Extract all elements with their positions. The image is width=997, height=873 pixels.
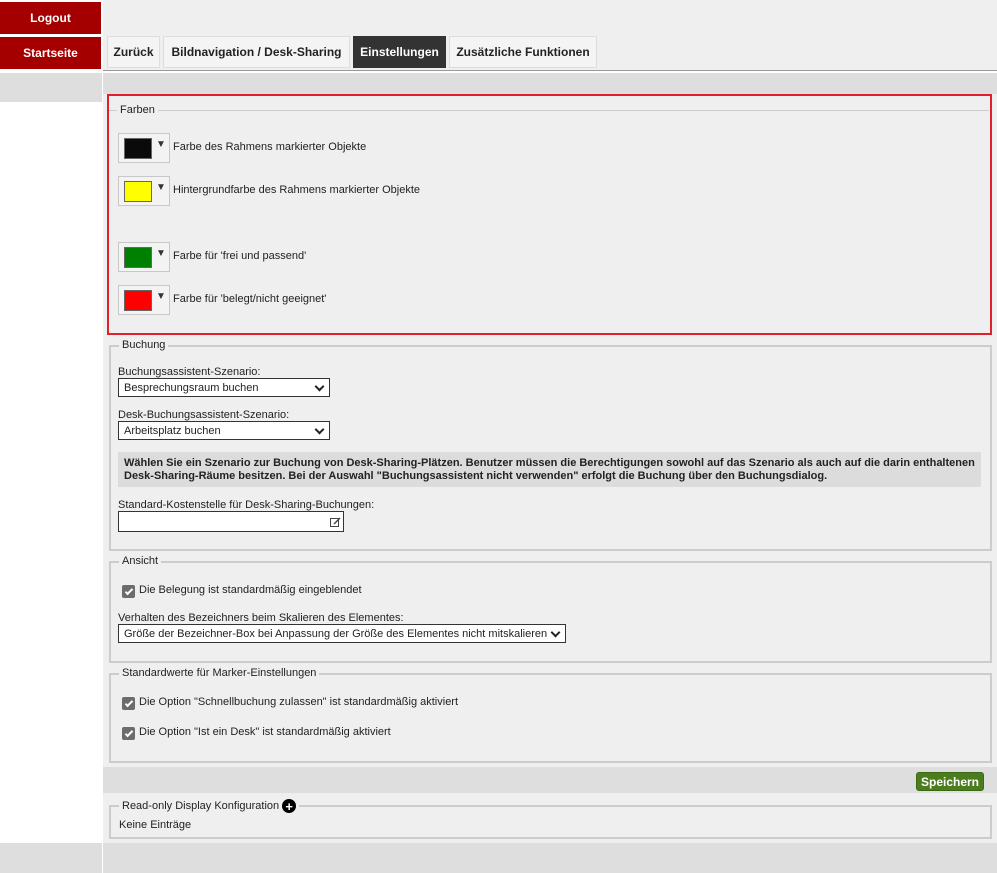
frame-color-picker[interactable]: ▼ <box>118 133 170 163</box>
nav-bar: Zurück Bildnavigation / Desk-Sharing Ein… <box>103 35 997 71</box>
scaling-select[interactable]: Größe der Bezeichner-Box bei Anpassung d… <box>118 624 566 643</box>
checkmark-icon <box>124 728 133 737</box>
view-legend: Ansicht <box>119 555 162 567</box>
free-color-label: Farbe für 'frei und passend' <box>173 250 307 262</box>
left-column <box>0 0 103 873</box>
readonly-legend-label: Read-only Display Konfiguration <box>122 800 280 812</box>
left-gray-strip-bottom <box>0 843 102 873</box>
header-strip <box>103 73 997 94</box>
footer-strip <box>103 843 997 873</box>
save-bar <box>103 767 997 793</box>
scaling-select-value: Größe der Bezeichner-Box bei Anpassung d… <box>124 627 548 640</box>
is-desk-checkbox[interactable] <box>122 727 135 740</box>
frame-background-color-picker[interactable]: ▼ <box>118 176 170 206</box>
color-swatch <box>124 290 152 311</box>
color-swatch <box>124 247 152 268</box>
quick-booking-checkbox[interactable] <box>122 697 135 710</box>
cost-center-input[interactable] <box>118 511 344 532</box>
add-config-plus-icon[interactable]: + <box>282 799 297 813</box>
readonly-empty-text: Keine Einträge <box>119 819 192 831</box>
occupied-color-label: Farbe für 'belegt/nicht geeignet' <box>173 293 327 305</box>
checkmark-icon <box>124 586 133 595</box>
top-bar <box>103 0 997 35</box>
readonly-fieldset: Read-only Display Konfiguration + <box>109 799 992 839</box>
chevron-down-icon <box>314 383 324 393</box>
chevron-down-icon <box>550 629 560 639</box>
color-swatch <box>124 181 152 202</box>
marker-fieldset: Standardwerte für Marker-Einstellungen <box>109 667 992 763</box>
desk-scenario-select-value: Arbeitsplatz buchen <box>124 424 221 437</box>
dropdown-arrow-icon: ▼ <box>156 248 166 259</box>
occupancy-checkbox[interactable] <box>122 585 135 598</box>
frame-color-label: Farbe des Rahmens markierter Objekte <box>173 141 367 153</box>
is-desk-label: Die Option "Ist ein Desk" ist standardmä… <box>139 726 391 738</box>
dropdown-arrow-icon: ▼ <box>156 182 166 193</box>
checkmark-icon <box>124 698 133 707</box>
tab-additional-functions[interactable]: Zusätzliche Funktionen <box>449 36 597 68</box>
scenario-select[interactable]: Besprechungsraum buchen <box>118 378 330 397</box>
readonly-legend: Read-only Display Konfiguration + <box>119 799 300 813</box>
cost-center-label: Standard-Kostenstelle für Desk-Sharing-B… <box>118 499 375 511</box>
tab-image-navigation[interactable]: Bildnavigation / Desk-Sharing <box>163 36 350 68</box>
dropdown-arrow-icon: ▼ <box>156 139 166 150</box>
scaling-label: Verhalten des Bezeichners beim Skalieren… <box>118 612 404 624</box>
color-swatch <box>124 138 152 159</box>
left-gray-strip-top <box>0 73 102 102</box>
desk-scenario-select[interactable]: Arbeitsplatz buchen <box>118 421 330 440</box>
marker-legend: Standardwerte für Marker-Einstellungen <box>119 667 320 679</box>
desk-scenario-label: Desk-Buchungsassistent-Szenario: <box>118 409 290 421</box>
save-button[interactable]: Speichern <box>916 772 984 791</box>
frame-background-color-label: Hintergrundfarbe des Rahmens markierter … <box>173 184 421 196</box>
booking-legend: Buchung <box>119 339 169 351</box>
edit-icon[interactable] <box>330 516 341 527</box>
occupied-color-picker[interactable]: ▼ <box>118 285 170 315</box>
dropdown-arrow-icon: ▼ <box>156 291 166 302</box>
chevron-down-icon <box>314 426 324 436</box>
booking-info-box: Wählen Sie ein Szenario zur Buchung von … <box>118 452 981 487</box>
quick-booking-label: Die Option "Schnellbuchung zulassen" ist… <box>139 696 459 708</box>
home-button[interactable]: Startseite <box>0 37 101 69</box>
tab-back[interactable]: Zurück <box>107 36 160 68</box>
occupancy-label: Die Belegung ist standardmäßig eingeblen… <box>139 584 362 596</box>
scenario-select-value: Besprechungsraum buchen <box>124 381 259 394</box>
scenario-label: Buchungsassistent-Szenario: <box>118 366 261 378</box>
free-color-picker[interactable]: ▼ <box>118 242 170 272</box>
logout-button[interactable]: Logout <box>0 2 101 34</box>
tab-settings[interactable]: Einstellungen <box>353 36 446 68</box>
